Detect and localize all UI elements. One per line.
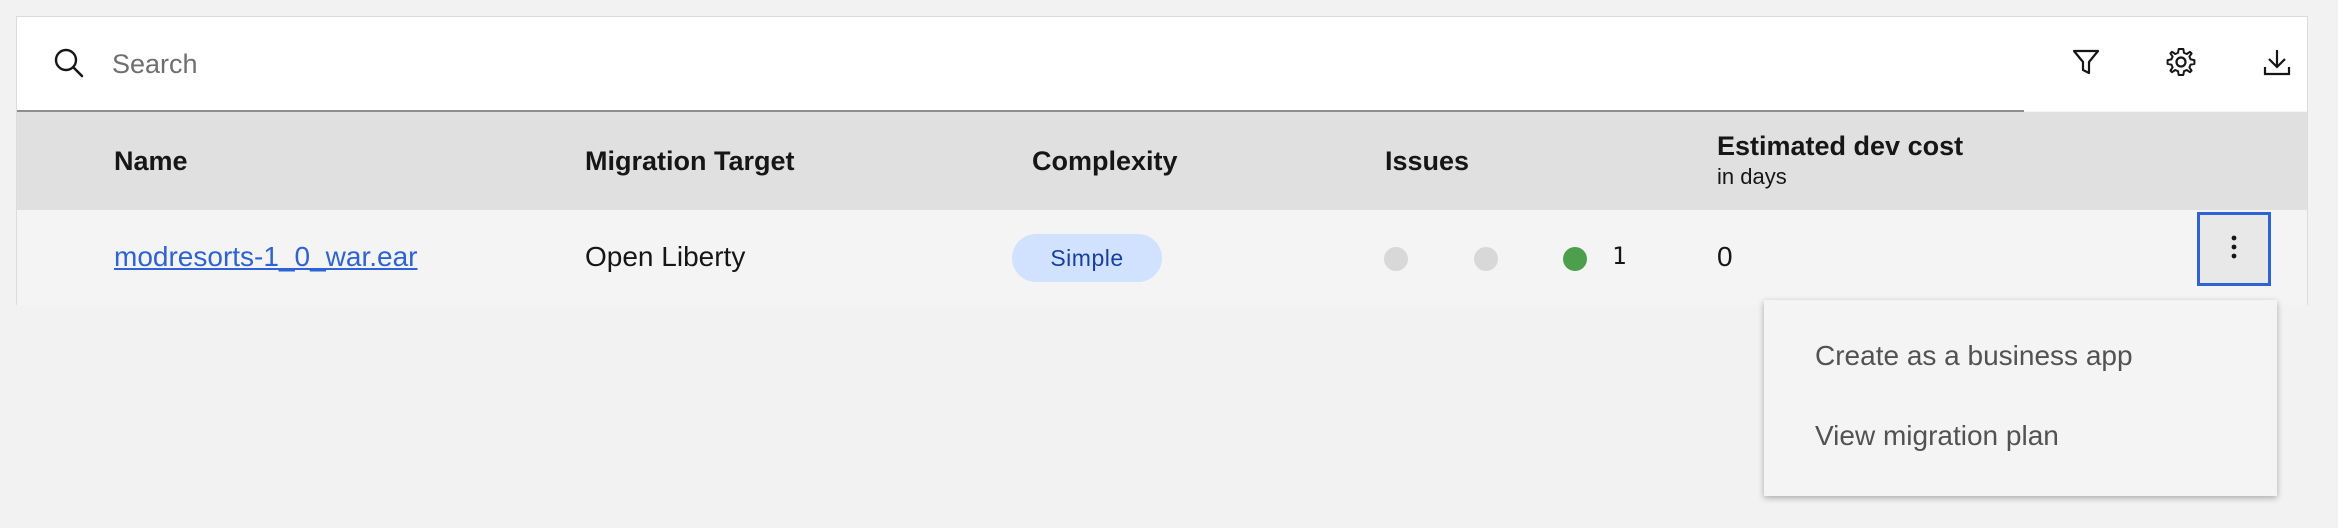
table-toolbar — [17, 17, 2307, 111]
search-input[interactable] — [112, 35, 1972, 93]
critical-issues-indicator — [1384, 247, 1408, 271]
dev-cost-cell: 0 — [1717, 241, 1733, 272]
table-row: modresorts-1_0_war.ear Open Liberty Simp… — [17, 210, 2307, 305]
column-header-migration-target[interactable]: Migration Target — [585, 146, 795, 177]
table-header-row: Name Migration Target Complexity Issues … — [17, 112, 2307, 210]
overflow-menu-vertical-icon — [2230, 234, 2238, 265]
column-header-complexity[interactable]: Complexity — [1032, 146, 1178, 177]
overflow-menu-button[interactable] — [2197, 212, 2271, 286]
menu-item-create-business-app[interactable]: Create as a business app — [1815, 340, 2133, 372]
migration-target-cell: Open Liberty — [585, 241, 746, 272]
search-icon — [51, 46, 87, 82]
issue-count: 1 — [1612, 242, 1627, 270]
gear-icon — [2165, 46, 2197, 83]
complexity-tag: Simple — [1012, 234, 1162, 282]
column-header-name[interactable]: Name — [114, 146, 188, 177]
menu-item-view-migration-plan[interactable]: View migration plan — [1815, 420, 2059, 452]
overflow-menu: Create as a business app View migration … — [1764, 300, 2277, 496]
warning-issues-indicator — [1474, 247, 1498, 271]
application-name-link[interactable]: modresorts-1_0_war.ear — [114, 241, 417, 273]
filter-button[interactable] — [2057, 35, 2115, 93]
column-header-dev-cost[interactable]: Estimated dev cost — [1717, 131, 1963, 162]
download-icon — [2262, 47, 2292, 82]
settings-button[interactable] — [2152, 35, 2210, 93]
download-button[interactable] — [2248, 35, 2306, 93]
filter-icon — [2071, 47, 2101, 82]
column-header-issues[interactable]: Issues — [1385, 146, 1469, 177]
column-header-dev-cost-unit: in days — [1717, 164, 1787, 189]
info-issues-indicator — [1563, 247, 1587, 271]
data-table-container: Name Migration Target Complexity Issues … — [16, 16, 2308, 305]
